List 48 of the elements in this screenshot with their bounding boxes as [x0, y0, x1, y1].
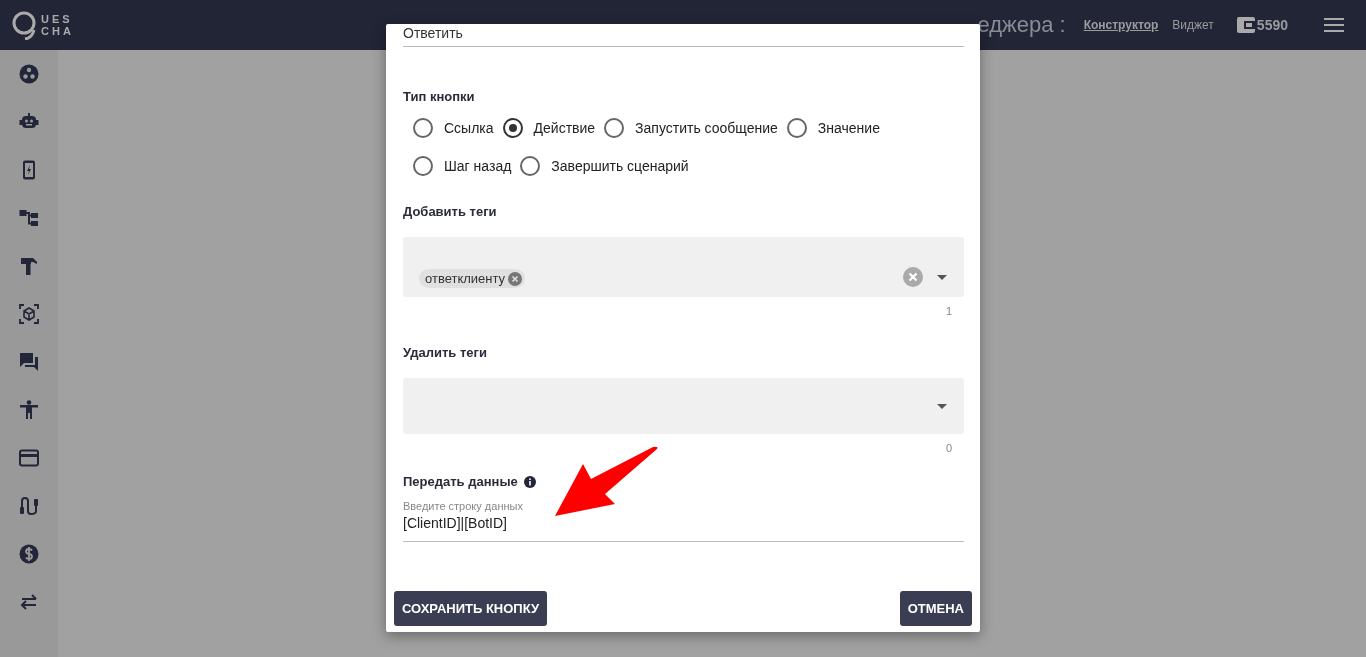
wallet-icon — [1235, 15, 1256, 35]
section-label: Удалить теги — [403, 345, 488, 360]
radio-label[interactable]: Шаг назад — [444, 158, 512, 174]
dialog-button[interactable]: СОХРАНИТЬ КНОПКУ — [394, 591, 548, 626]
logo-text: CHA — [41, 25, 74, 37]
field-value: Ответить — [403, 25, 463, 41]
radio-label[interactable]: Действие — [533, 120, 596, 136]
radio-button[interactable] — [520, 156, 541, 176]
tag-counter: 1 — [944, 305, 953, 317]
nav-link[interactable]: Конструктор — [1083, 18, 1159, 32]
radio-button[interactable] — [413, 118, 433, 138]
cube-scan-icon[interactable] — [19, 304, 39, 324]
remove-icon[interactable] — [508, 271, 523, 286]
hammer-icon[interactable] — [19, 256, 39, 276]
person-icon[interactable] — [19, 400, 39, 420]
radio-button[interactable] — [413, 156, 433, 176]
radio-button[interactable] — [786, 118, 807, 138]
radio-label[interactable]: Значение — [817, 120, 880, 136]
logo-text: UES — [41, 13, 74, 25]
radio-label[interactable]: Завершить сценарий — [551, 158, 689, 174]
radio-label[interactable]: Запустить сообщение — [635, 120, 778, 136]
dialog-button[interactable]: ОТМЕНА — [899, 591, 972, 626]
caret-icon[interactable] — [937, 403, 947, 409]
field-label: Введите строку данных — [403, 500, 524, 512]
section-label: Тип кнопки — [403, 89, 476, 104]
dollar-icon[interactable] — [19, 544, 39, 564]
radio-button[interactable] — [502, 118, 523, 138]
tag-counter: 0 — [944, 442, 953, 454]
hierarchy-icon[interactable] — [19, 208, 39, 228]
card-icon[interactable] — [19, 448, 39, 468]
chat-icon[interactable] — [19, 352, 39, 372]
group-icon[interactable] — [19, 64, 39, 84]
section-label: Добавить теги — [403, 204, 498, 219]
caret-icon[interactable] — [937, 274, 947, 280]
balance-amount: 5590 — [1256, 17, 1288, 33]
tags-select[interactable]: ответклиенту — [403, 237, 964, 297]
field-value: [ClientID]|[BotID] — [403, 515, 508, 531]
menu-icon[interactable] — [1324, 17, 1344, 33]
info-icon[interactable] — [523, 475, 536, 488]
tag-chip[interactable]: ответклиенту — [419, 269, 526, 288]
page-title: еджера : — [977, 12, 1066, 38]
swap-icon[interactable] — [19, 592, 39, 612]
nav-link[interactable]: Виджет — [1172, 18, 1214, 32]
cable-icon[interactable] — [19, 496, 39, 516]
text-field[interactable]: Ответить — [403, 24, 964, 47]
radio-label[interactable]: Ссылка — [444, 120, 494, 136]
radio-button[interactable] — [604, 118, 625, 138]
section-label: Передать данные — [403, 474, 518, 489]
